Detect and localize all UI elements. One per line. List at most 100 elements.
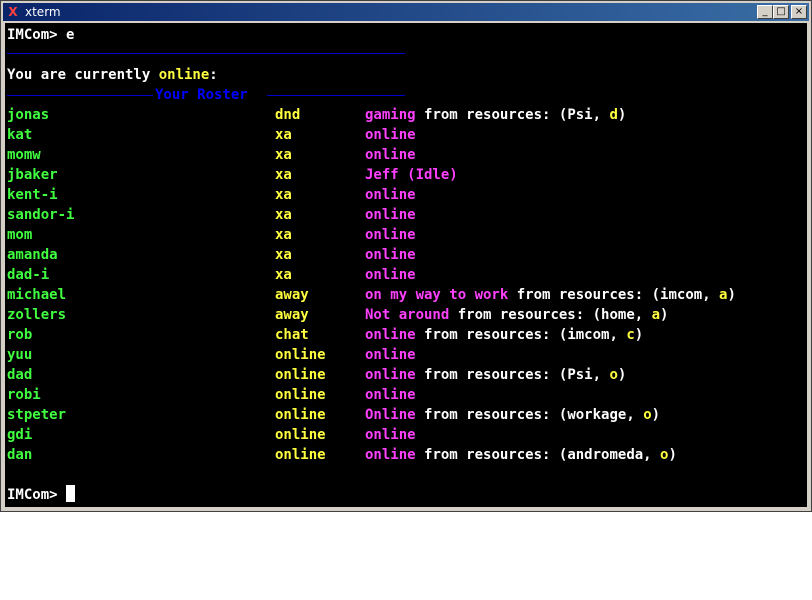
contact-name: dad-i <box>7 267 50 283</box>
command-line: IMCom> e <box>7 25 74 45</box>
separator: , <box>634 307 652 323</box>
status-message: online <box>365 127 416 143</box>
status-message: Online <box>365 407 416 423</box>
prompt: IMCom> <box>7 487 58 503</box>
status-message: online <box>365 327 416 343</box>
roster-row: kent-i xa online <box>5 185 807 205</box>
contact-name: dad <box>7 367 33 383</box>
status-message: on my way to work <box>365 287 509 303</box>
from-resources-label: from resources: ( <box>424 367 568 383</box>
from-resources-label: from resources: ( <box>424 327 568 343</box>
contact-status: online <box>365 385 416 405</box>
status-message: online <box>365 367 416 383</box>
maximize-button[interactable]: □ <box>773 5 789 19</box>
separator: , <box>643 447 661 463</box>
separator: , <box>592 367 610 383</box>
close-paren: ) <box>634 327 644 343</box>
contact-show: online <box>275 407 326 423</box>
command-text: e <box>66 27 75 43</box>
contact-name: kat <box>7 127 33 143</box>
terminal-area[interactable]: IMCom> e You are currently online: Your … <box>5 23 807 507</box>
status-message: online <box>365 347 416 363</box>
contact-name: michael <box>7 287 67 303</box>
contact-name: zollers <box>7 307 67 323</box>
resource-name: home <box>601 307 635 323</box>
divider-top <box>7 53 405 54</box>
current-status: online <box>158 67 210 83</box>
contact-show: away <box>275 307 309 323</box>
status-message: online <box>365 147 416 163</box>
divider-right <box>267 95 405 96</box>
contact-status: online from resources: (andromeda, o) <box>365 445 677 465</box>
contact-status: gaming from resources: (Psi, d) <box>365 105 626 125</box>
contact-name: mom <box>7 227 33 243</box>
roster-row: zollers away Not around from resources: (h… <box>5 305 807 325</box>
status-message: online <box>365 187 416 203</box>
status-message: online <box>365 427 416 443</box>
separator: , <box>609 327 627 343</box>
roster-row: dad-i xa online <box>5 265 807 285</box>
resource-name: workage <box>567 407 627 423</box>
close-paren: ) <box>617 367 627 383</box>
input-line[interactable]: IMCom> <box>7 485 76 505</box>
contact-name: kent-i <box>7 187 58 203</box>
roster-row: dad online online from resources: (Psi, o) <box>5 365 807 385</box>
resource-priority: o <box>643 407 652 423</box>
contact-show: xa <box>275 267 292 283</box>
roster-row: dan online online from resources: (androme… <box>5 445 807 465</box>
resource-priority: o <box>609 367 618 383</box>
contact-show: online <box>275 447 326 463</box>
resource-name: andromeda <box>567 447 644 463</box>
contact-name: stpeter <box>7 407 67 423</box>
contact-show: xa <box>275 207 292 223</box>
status-line: You are currently online: <box>7 67 218 83</box>
window-title: xterm <box>25 5 61 19</box>
status-message: Not around <box>365 307 450 323</box>
title-bar[interactable]: X xterm _ □ × <box>3 3 809 21</box>
from-resources-label: from resources: ( <box>457 307 602 323</box>
contact-status: online <box>365 145 416 165</box>
resource-priority: a <box>651 307 661 323</box>
status-message: Jeff (Idle) <box>365 167 458 183</box>
contact-name: robi <box>7 387 41 403</box>
roster-row: momw xa online <box>5 145 807 165</box>
contact-show: xa <box>275 247 292 263</box>
contact-status: Online from resources: (workage, o) <box>365 405 660 425</box>
status-message: gaming <box>365 107 416 123</box>
contact-name: rob <box>7 327 33 343</box>
contact-status: online from resources: (Psi, o) <box>365 365 626 385</box>
separator: , <box>592 107 610 123</box>
status-message: online <box>365 447 416 463</box>
roster-row: jbaker xa Jeff (Idle) <box>5 165 807 185</box>
resource-name: Psi <box>567 367 593 383</box>
roster-row: michael away on my way to work from resour… <box>5 285 807 305</box>
resource-name: imcom <box>660 287 703 303</box>
roster-row: yuu online online <box>5 345 807 365</box>
roster-title: Your Roster <box>155 87 248 103</box>
roster-row: robi online online <box>5 385 807 405</box>
contact-name: sandor-i <box>7 207 75 223</box>
contact-status: online from resources: (imcom, c) <box>365 325 643 345</box>
contact-status: Not around from resources: (home, a) <box>365 305 668 325</box>
contact-name: jbaker <box>7 167 58 183</box>
contact-name: yuu <box>7 347 33 363</box>
contact-show: online <box>275 427 326 443</box>
minimize-button[interactable]: _ <box>757 5 773 19</box>
contact-show: xa <box>275 187 292 203</box>
contact-name: amanda <box>7 247 58 263</box>
resource-priority: d <box>609 107 618 123</box>
contact-show: xa <box>275 167 292 183</box>
from-resources-label: from resources: ( <box>516 287 661 303</box>
contact-show: chat <box>275 327 309 343</box>
xterm-window: X xterm _ □ × IMCom> e You are currently… <box>0 0 812 512</box>
contact-show: dnd <box>275 107 301 123</box>
x-icon: X <box>8 5 18 19</box>
close-paren: ) <box>660 307 669 323</box>
status-message: online <box>365 227 416 243</box>
from-resources-label: from resources: ( <box>424 107 568 123</box>
contact-status: on my way to work from resources: (imcom… <box>365 285 736 305</box>
close-paren: ) <box>617 107 627 123</box>
close-button[interactable]: × <box>791 5 807 19</box>
roster-row: rob chat online from resources: (imcom, c) <box>5 325 807 345</box>
contact-status: online <box>365 425 416 445</box>
